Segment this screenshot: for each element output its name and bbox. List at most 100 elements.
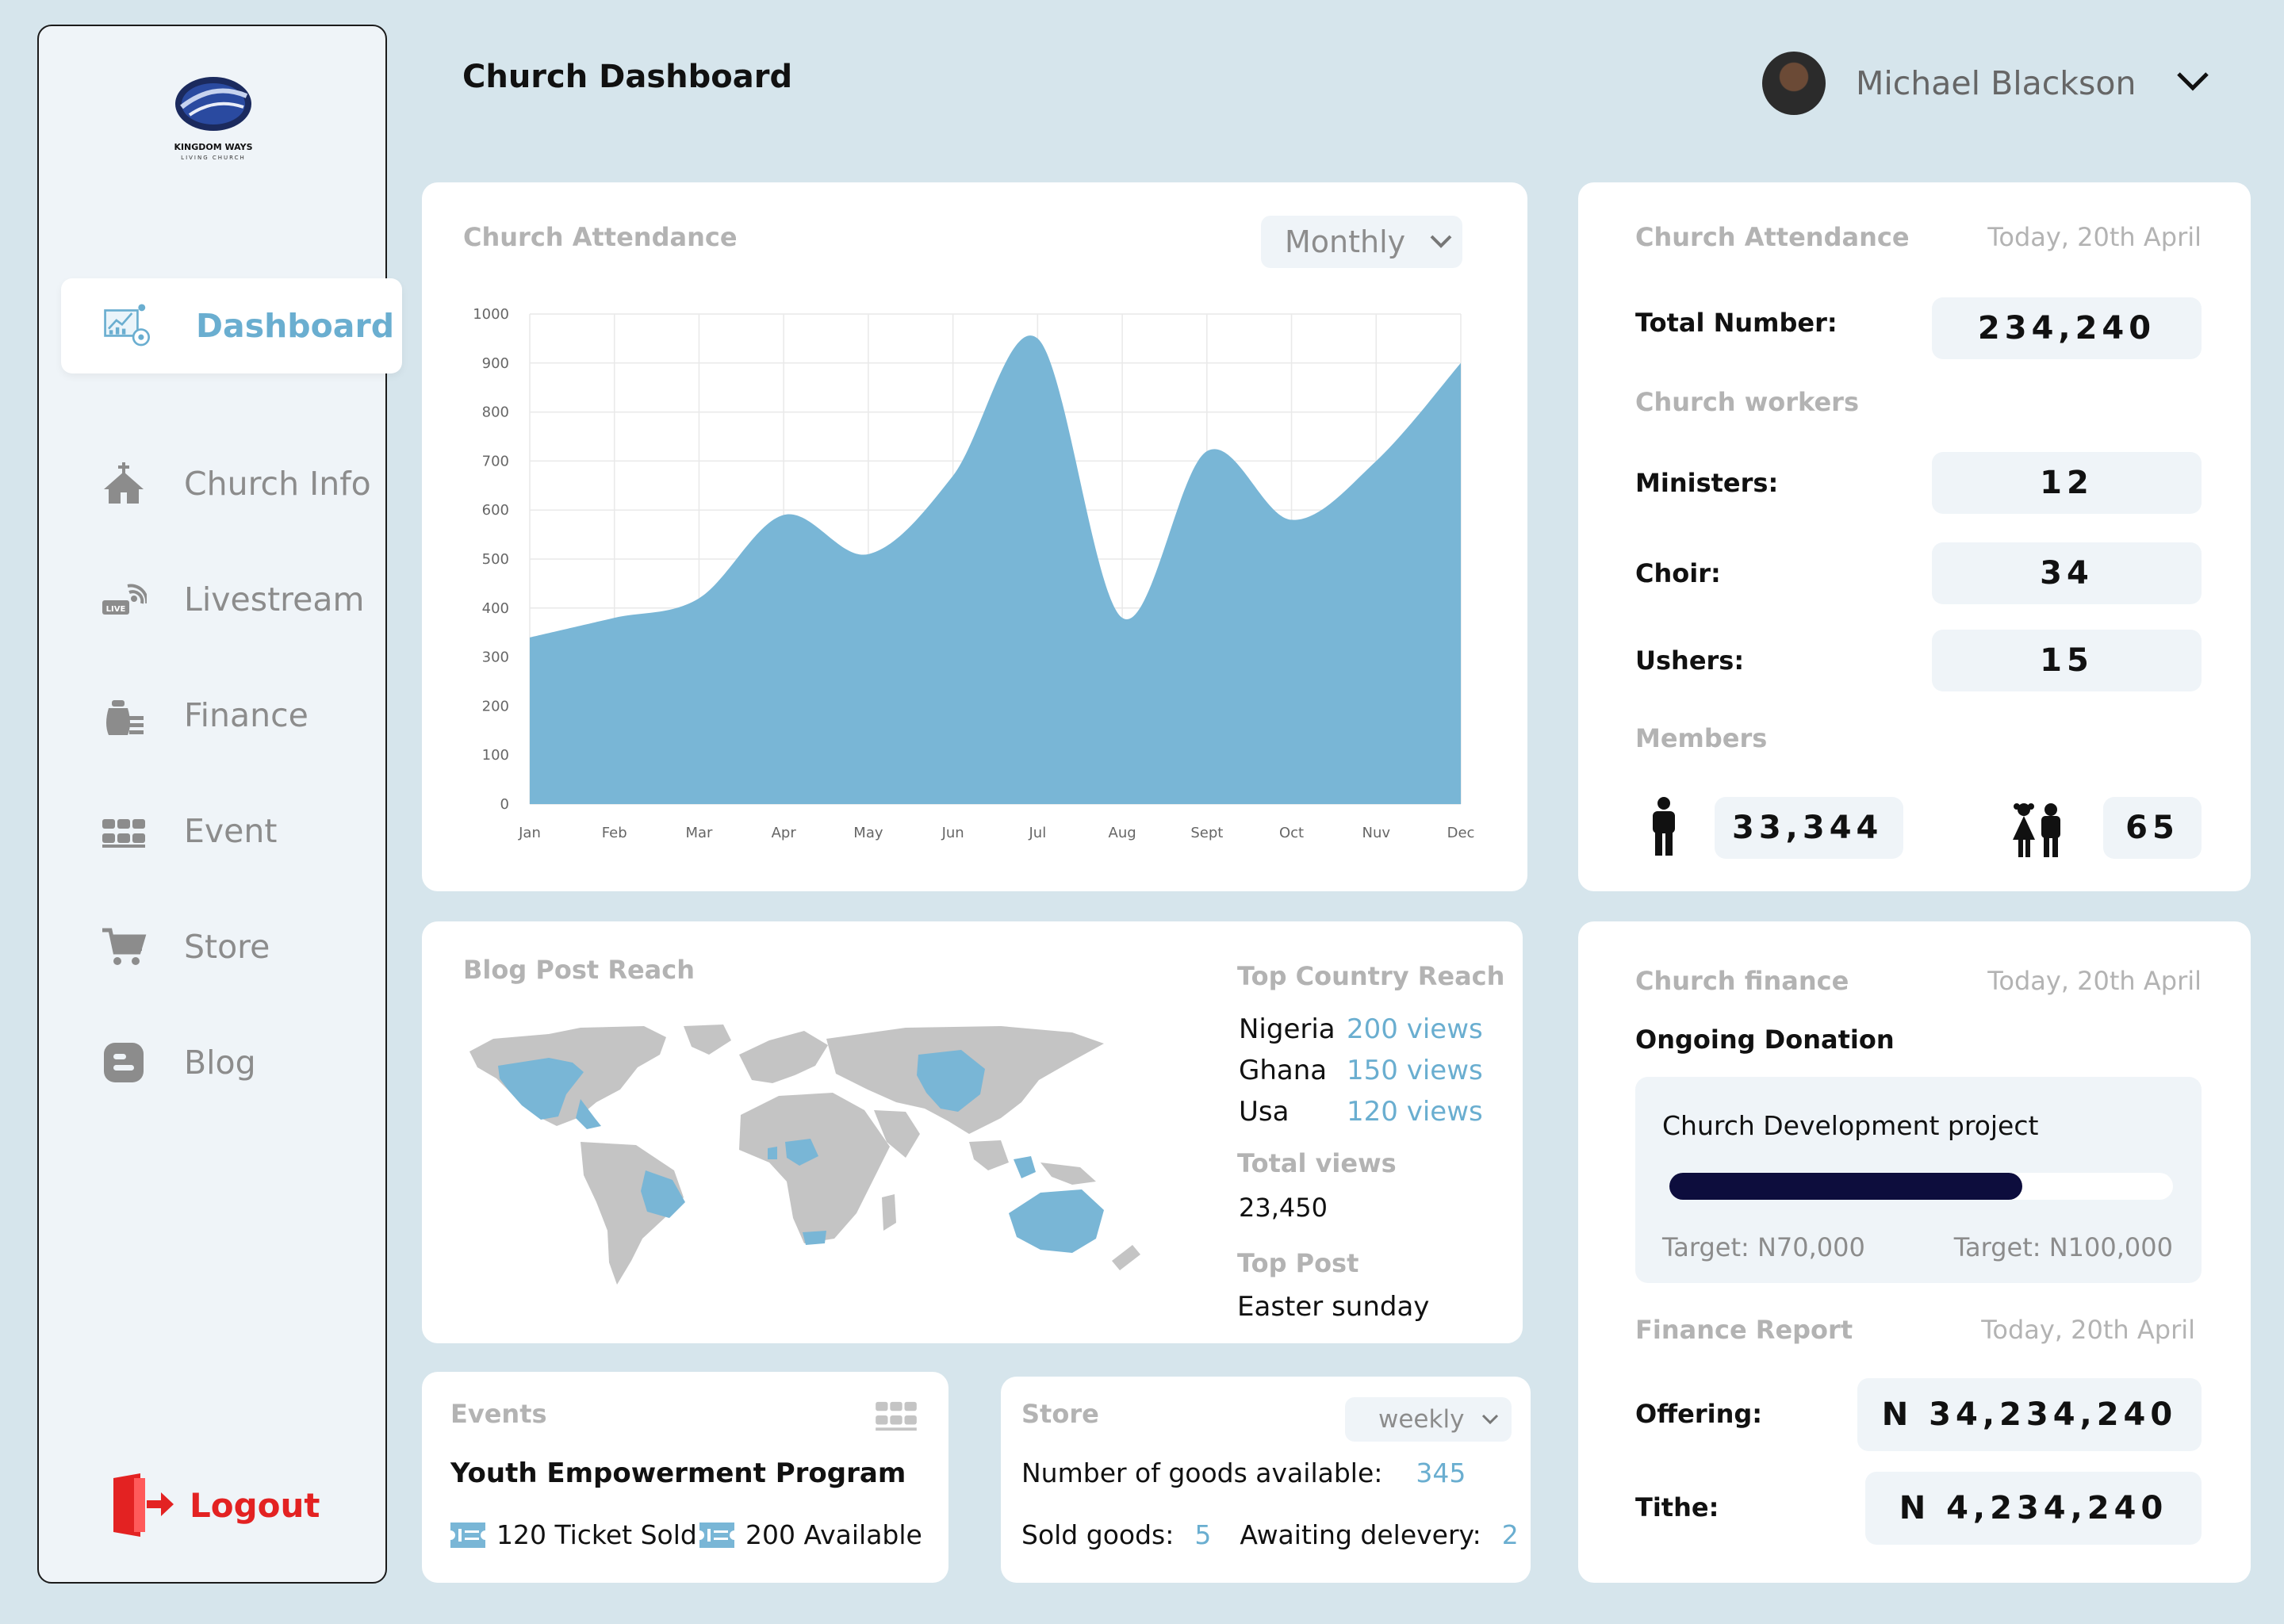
ministers-value: 12 — [1932, 452, 2202, 514]
donation-progress-bar — [1669, 1173, 2173, 1200]
adult-person-icon — [1648, 797, 1680, 860]
sidebar-item-label: Livestream — [184, 580, 365, 619]
top-country-label: Top Country Reach — [1237, 961, 1505, 991]
user-menu[interactable]: Michael Blackson — [1762, 52, 2210, 115]
user-name: Michael Blackson — [1856, 64, 2136, 102]
sidebar-item-church-info[interactable]: Church Info — [98, 456, 371, 511]
logout-label: Logout — [190, 1485, 320, 1525]
tithe-value: N 4,234,240 — [1865, 1472, 2202, 1545]
x-tick-label: Apr — [772, 825, 797, 841]
top-post-value[interactable]: Easter sunday — [1237, 1291, 1429, 1323]
workers-label: Church workers — [1635, 387, 1859, 417]
ticket-icon — [450, 1522, 485, 1548]
finance-card: Church finance Today, 20th April Ongoing… — [1578, 921, 2251, 1583]
card-title: Store — [1021, 1399, 1099, 1429]
attendance-chart-card: Church Attendance Monthly 0 100 200 300 400 5… — [422, 182, 1527, 891]
page-title: Church Dashboard — [462, 59, 793, 95]
logout-button[interactable]: Logout — [110, 1473, 320, 1537]
donation-progress-fill — [1669, 1173, 2022, 1200]
y-tick-label: 0 — [500, 796, 509, 813]
project-name: Church Development project — [1662, 1110, 2039, 1141]
y-tick-label: 400 — [482, 600, 509, 617]
x-tick-label: May — [853, 825, 883, 841]
country-name: Nigeria — [1239, 1013, 1336, 1045]
sidebar-item-event[interactable]: Event — [98, 803, 277, 859]
sidebar-item-label: Store — [184, 928, 270, 966]
svg-text:LIVE: LIVE — [106, 605, 126, 614]
goods-label: Number of goods available: — [1021, 1457, 1383, 1488]
ushers-value: 15 — [1932, 630, 2202, 691]
total-target: Target: N100,000 — [1953, 1232, 2173, 1262]
y-tick-label: 200 — [482, 698, 509, 714]
chevron-down-icon — [1481, 1414, 1499, 1425]
ushers-label: Ushers: — [1635, 645, 1745, 676]
country-name: Ghana — [1239, 1055, 1328, 1086]
total-views-label: Total views — [1237, 1148, 1397, 1178]
card-date: Today, 20th April — [1987, 966, 2202, 996]
card-title: Events — [450, 1399, 547, 1429]
tickets-sold: 120 Ticket Sold — [450, 1519, 697, 1550]
country-views: 120 views — [1347, 1096, 1483, 1128]
country-views: 200 views — [1347, 1013, 1483, 1045]
finance-report-label: Finance Report — [1635, 1315, 1853, 1345]
blog-reach-card: Blog Post Reach Top Country Reach Nigeri… — [422, 921, 1523, 1343]
x-tick-label: Sept — [1190, 825, 1223, 841]
total-number-value: 234,240 — [1932, 297, 2202, 359]
children-icon — [2010, 803, 2067, 862]
x-tick-label: Jul — [1029, 825, 1047, 841]
x-tick-label: Jan — [518, 825, 541, 841]
church-icon — [98, 458, 149, 509]
y-tick-label: 100 — [482, 747, 509, 764]
ministers-label: Ministers: — [1635, 468, 1779, 498]
chevron-down-icon[interactable] — [2175, 71, 2210, 96]
x-tick-label: Dec — [1447, 825, 1475, 841]
x-tick-label: Feb — [602, 825, 627, 841]
livestream-icon: LIVE — [98, 574, 149, 625]
event-title[interactable]: Youth Empowerment Program — [450, 1457, 906, 1489]
ongoing-donation-label: Ongoing Donation — [1635, 1025, 1895, 1055]
money-bag-icon — [98, 690, 149, 741]
x-tick-label: Jun — [941, 825, 964, 841]
x-tick-label: Oct — [1279, 825, 1304, 841]
y-tick-label: 300 — [482, 649, 509, 666]
sold-value: 5 — [1194, 1519, 1212, 1550]
country-row: Ghana 150 views — [1239, 1055, 1483, 1086]
logout-icon — [110, 1473, 175, 1537]
members-label: Members — [1635, 723, 1768, 753]
sidebar-item-label: Blog — [184, 1044, 256, 1082]
church-logo[interactable]: KINGDOM WAYS LIVING CHURCH — [158, 58, 269, 169]
sidebar-item-blog[interactable]: Blog — [98, 1035, 256, 1090]
ticket-icon — [699, 1522, 734, 1548]
tithe-label: Tithe: — [1635, 1492, 1719, 1522]
card-title: Blog Post Reach — [463, 955, 695, 985]
y-tick-label: 700 — [482, 453, 509, 469]
events-card: Events Youth Empowerment Program 120 Tic… — [422, 1372, 948, 1583]
current-target: Target: N70,000 — [1662, 1232, 1865, 1262]
avatar — [1762, 52, 1826, 115]
top-post-label: Top Post — [1237, 1248, 1359, 1278]
logo-subtext: LIVING CHURCH — [181, 155, 246, 161]
sidebar-item-store[interactable]: Store — [98, 919, 270, 975]
logo-text: KINGDOM WAYS — [174, 142, 252, 152]
tickets-available: 200 Available — [699, 1519, 922, 1550]
seats-icon — [98, 806, 149, 856]
x-tick-label: Aug — [1109, 825, 1136, 841]
x-tick-label: Mar — [685, 825, 713, 841]
sidebar-item-finance[interactable]: Finance — [98, 688, 308, 743]
store-period-dropdown[interactable]: weekly — [1345, 1397, 1512, 1442]
x-tick-label: Nuv — [1362, 825, 1391, 841]
children-members-value: 65 — [2103, 797, 2202, 859]
sidebar-item-livestream[interactable]: LIVE Livestream — [98, 572, 364, 627]
adult-members-value: 33,344 — [1715, 797, 1903, 859]
awaiting-label: Awaiting delevery: — [1240, 1519, 1481, 1550]
sidebar-item-label: Dashboard — [196, 307, 395, 345]
total-number-label: Total Number: — [1635, 308, 1838, 338]
attendance-area-chart: 0 100 200 300 400 500 600 700 800 900 1000 Jan Feb Ma… — [473, 306, 1475, 841]
sidebar-item-dashboard[interactable]: Dashboard — [61, 278, 402, 373]
y-tick-label: 1000 — [473, 306, 509, 323]
tickets-sold-text: 120 Ticket Sold — [496, 1519, 697, 1550]
sidebar-item-label: Finance — [184, 696, 308, 734]
country-row: Nigeria 200 views — [1239, 1013, 1483, 1045]
country-views: 150 views — [1347, 1055, 1483, 1086]
sidebar-item-label: Church Info — [184, 465, 371, 503]
